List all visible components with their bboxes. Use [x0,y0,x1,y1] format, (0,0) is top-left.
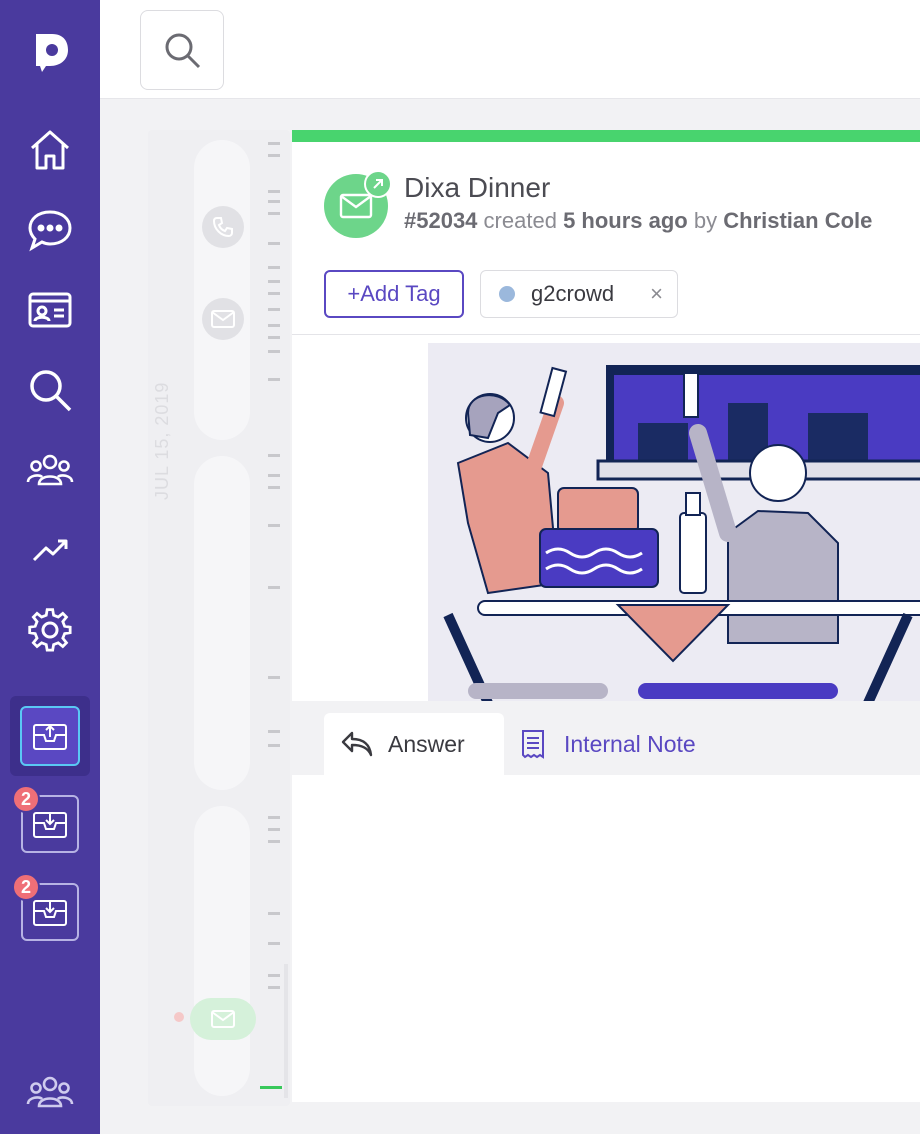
conversation-channel-avatar [324,170,392,238]
phone-icon [212,217,233,238]
timeline-tick [268,200,280,203]
tab-internal-note-label: Internal Note [564,730,696,757]
timeline-current-marker [260,1086,282,1089]
add-tag-button[interactable]: +Add Tag [324,270,464,318]
timeline-tick [268,730,280,733]
timeline-tick [268,292,280,295]
conversation-title: Dixa Dinner [404,172,551,203]
timeline-tick [268,986,280,989]
timeline-tick [268,142,280,145]
tab-answer[interactable]: Answer [324,713,504,775]
mail-upload-icon [20,706,80,766]
gear-icon[interactable] [24,604,76,656]
remove-tag-button[interactable]: × [650,281,663,307]
timeline-tick [268,308,280,311]
trend-icon[interactable] [24,524,76,576]
timeline-tick [268,912,280,915]
conversation-id[interactable]: #52034 [404,208,477,233]
mail-download-icon [33,900,67,926]
timeline-tick [268,242,280,245]
tag-color-dot [499,286,515,302]
timeline-tick [268,212,280,215]
mail-download-icon [33,812,67,838]
timeline-tick [268,524,280,527]
tag-chip: g2crowd × [480,270,678,318]
top-bar [100,0,920,98]
author-name[interactable]: Christian Cole [723,208,872,233]
users-icon[interactable] [24,444,76,496]
by-word: by [693,208,718,233]
timeline-track [194,456,250,790]
timeline-track [194,140,250,440]
timeline-tick [268,324,280,327]
timeline-date: JUL 15, 2019 [152,381,172,500]
users-icon[interactable] [24,1066,76,1118]
created-time: 5 hours ago [563,208,688,233]
timeline-tick [268,828,280,831]
timeline-tick [268,974,280,977]
timeline-tick [268,840,280,843]
timeline-tick [268,378,280,381]
dinner-illustration [428,343,920,701]
id-card-icon[interactable] [24,284,76,336]
timeline-call-item[interactable] [202,206,244,248]
dixa-logo-icon[interactable] [24,24,76,76]
timeline-tick [268,744,280,747]
tab-internal-note[interactable]: Internal Note [520,713,696,775]
timeline-tick [268,586,280,589]
sidebar: 2 2 [0,0,100,1134]
unread-badge: 2 [12,785,40,813]
outbound-arrow-icon [364,170,392,198]
timeline-track [194,806,250,1096]
reply-arrow-icon [341,731,373,757]
search-icon[interactable] [24,364,76,416]
timeline-tick [268,816,280,819]
tag-label: g2crowd [531,281,615,306]
unread-badge: 2 [12,873,40,901]
mail-icon [339,193,373,219]
conversation-meta: #52034 created 5 hours ago by Christian … [404,208,872,234]
timeline-tick [268,474,280,477]
note-icon [522,730,544,759]
timeline-tick [268,486,280,489]
timeline-tick [268,350,280,353]
tab-answer-label: Answer [388,730,465,757]
timeline-tick [268,190,280,193]
timeline-scroll-indicator [284,964,288,1098]
timeline-tick [268,280,280,283]
timeline-tick [268,336,280,339]
home-icon[interactable] [24,124,76,176]
message-body [292,335,920,701]
timeline-tick [268,154,280,157]
timeline-tick [268,454,280,457]
search-icon [165,33,201,69]
timeline-current-email-item[interactable] [190,998,256,1040]
timeline-email-item[interactable] [202,298,244,340]
created-word: created [483,208,557,233]
reply-tabs: Answer Internal Note [292,701,920,775]
conversation-panel: Dixa Dinner #52034 created 5 hours ago b… [292,130,920,1102]
status-bar [292,130,920,142]
mail-icon [211,310,235,328]
mail-icon [211,1010,235,1028]
global-search-button[interactable] [140,10,224,90]
chat-bubble-icon[interactable] [24,204,76,256]
outbox-button[interactable] [10,696,90,776]
timeline-tick [268,676,280,679]
conversation-timeline: JUL 15, 2019 [148,130,290,1106]
reply-editor[interactable] [292,775,920,1102]
timeline-tick [268,942,280,945]
timeline-marker [174,1012,184,1022]
timeline-tick [268,266,280,269]
